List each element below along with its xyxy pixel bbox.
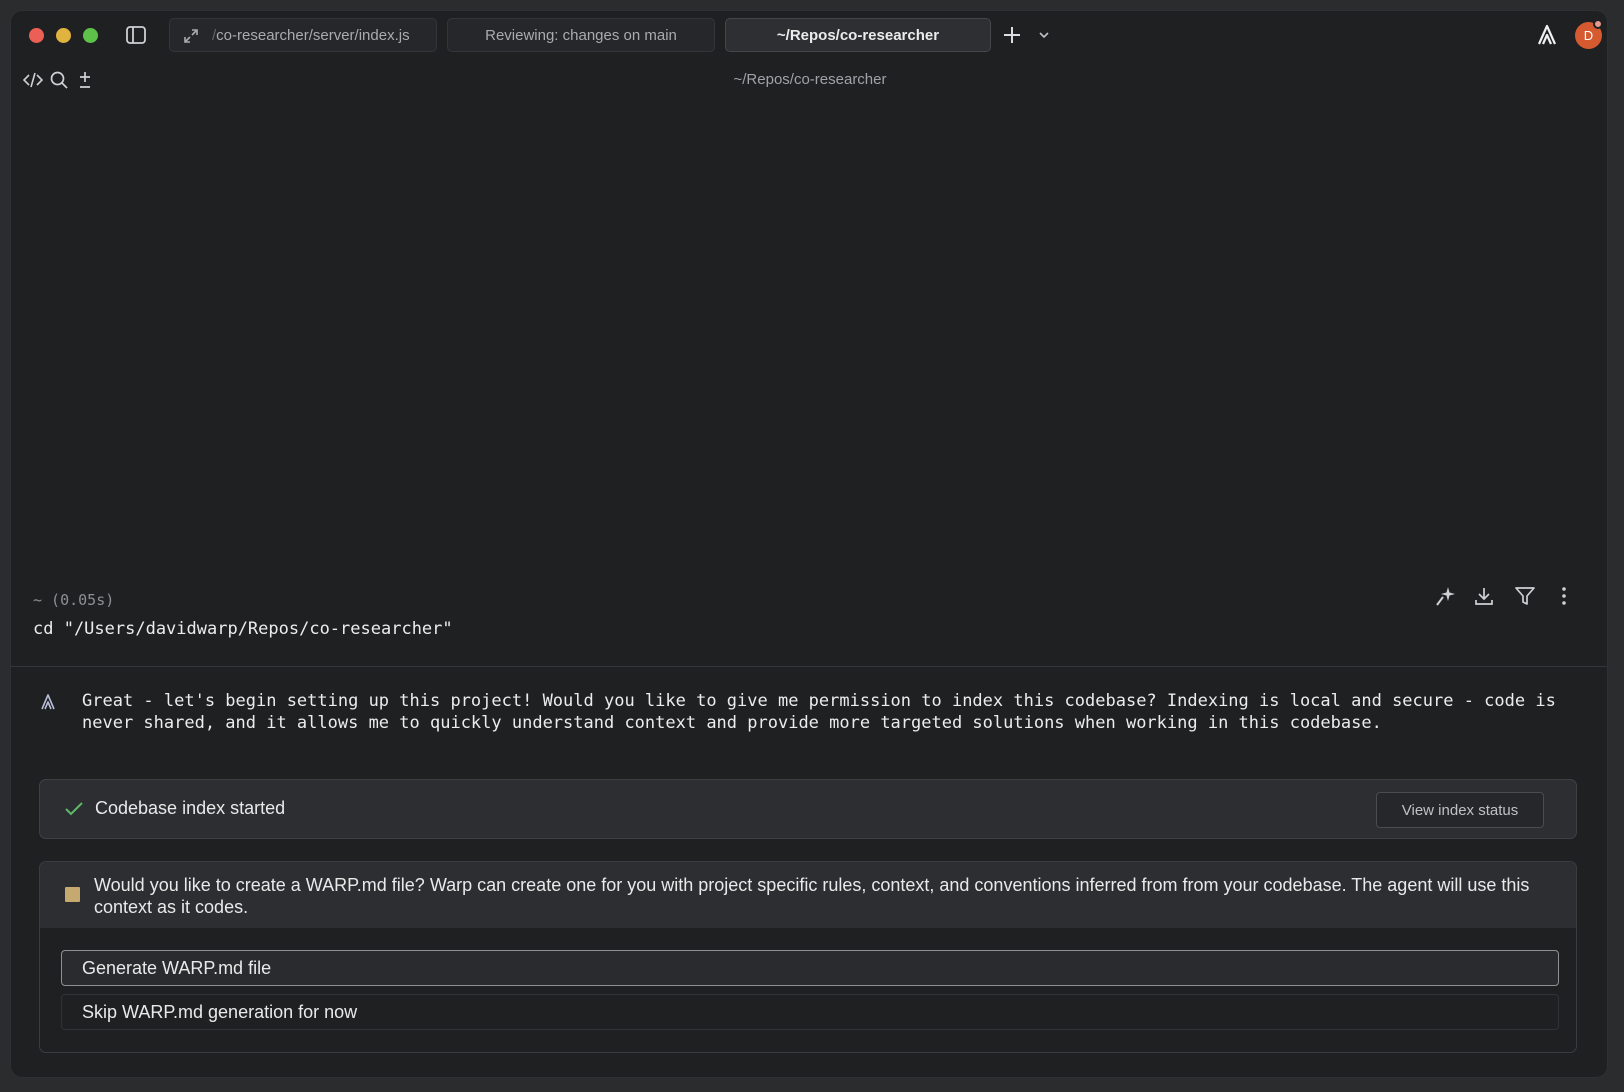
- index-status-card: Codebase index started View index status: [39, 779, 1577, 839]
- sidebar-toggle-icon[interactable]: [125, 25, 147, 45]
- sparkle-icon[interactable]: [1435, 585, 1457, 607]
- close-window-button[interactable]: [29, 28, 44, 43]
- warp-logo-icon[interactable]: [1536, 24, 1558, 46]
- filter-icon[interactable]: [1514, 585, 1536, 607]
- notification-dot: [1593, 19, 1603, 29]
- maximize-window-button[interactable]: [83, 28, 98, 43]
- agent-message: Great - let's begin setting up this proj…: [82, 691, 1556, 733]
- tab-label: co-researcher/server/index.js: [216, 26, 410, 44]
- download-icon[interactable]: [1473, 585, 1495, 607]
- title-bar: / co-researcher/server/index.js Reviewing…: [11, 11, 1607, 59]
- chevron-down-icon[interactable]: [1037, 28, 1051, 42]
- more-vertical-icon[interactable]: [1553, 585, 1575, 607]
- pending-square-icon: [65, 887, 80, 902]
- minimize-window-button[interactable]: [56, 28, 71, 43]
- plus-icon[interactable]: [1001, 24, 1023, 46]
- current-path: ~/Repos/co-researcher: [733, 71, 887, 88]
- check-icon: [64, 800, 84, 818]
- index-status-text: Codebase index started: [95, 798, 286, 818]
- block-metadata: ~ (0.05s): [33, 591, 115, 609]
- tab-co-researcher[interactable]: ~/Repos/co-researcher: [725, 18, 991, 52]
- warp-md-question: Would you like to create a WARP.md file?…: [94, 875, 1530, 917]
- tab-reviewing[interactable]: Reviewing: changes on main: [447, 18, 715, 52]
- skip-warp-md-option[interactable]: Skip WARP.md generation for now: [61, 994, 1559, 1030]
- warp-md-prompt-card: Would you like to create a WARP.md file?…: [39, 861, 1577, 1053]
- view-index-status-button[interactable]: View index status: [1376, 792, 1544, 828]
- block-divider: [11, 666, 1607, 667]
- terminal-window: / co-researcher/server/index.js Reviewing…: [10, 10, 1608, 1078]
- tab-label: ~/Repos/co-researcher: [776, 26, 940, 44]
- warp-md-prompt-header: Would you like to create a WARP.md file?…: [40, 862, 1576, 928]
- tab-server-index[interactable]: / co-researcher/server/index.js: [169, 18, 437, 52]
- expand-icon[interactable]: [182, 27, 200, 45]
- generate-warp-md-option[interactable]: Generate WARP.md file: [61, 950, 1559, 986]
- block-command[interactable]: cd "/Users/davidwarp/Repos/co-researcher…: [33, 619, 453, 639]
- tab-label: Reviewing: changes on main: [485, 26, 677, 44]
- agent-icon: [40, 694, 56, 710]
